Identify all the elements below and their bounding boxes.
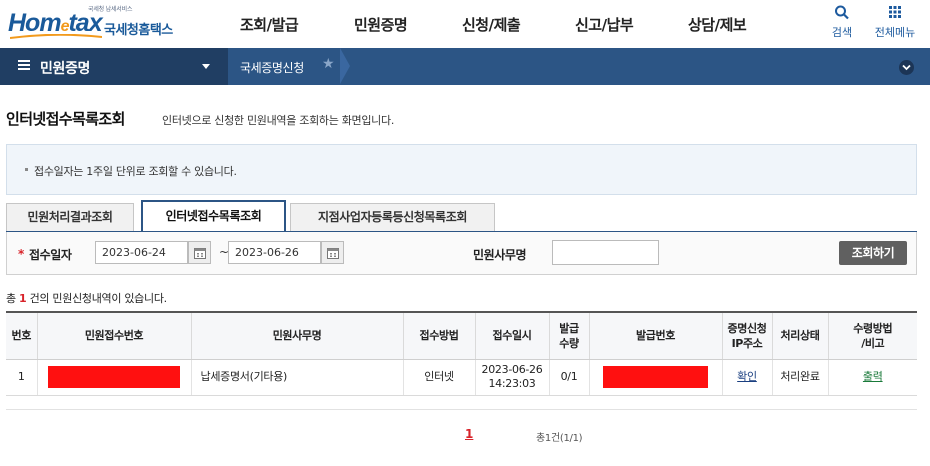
gnb-item-consult[interactable]: 상담/제보 [688, 14, 747, 35]
tab-processing-result[interactable]: 민원처리결과조회 [6, 203, 134, 232]
search-form: * 접수일자 2023-06-24 ~ 2023-06-26 민원사무명 조회하… [6, 232, 917, 275]
col-header-receipt-no: 민원접수번호 [36, 311, 191, 360]
date-from-calendar-button[interactable] [188, 241, 211, 264]
office-name-input[interactable] [552, 240, 659, 265]
gnb-item-apply[interactable]: 신청/제출 [462, 14, 521, 35]
cell-status: 처리완료 [771, 359, 828, 396]
search-button[interactable]: 검색 [817, 4, 867, 40]
tab-branch-registration-list[interactable]: 지점사업자등록등신청목록조회 [290, 203, 495, 232]
cell-datetime: 2023-06-26 14:23:03 [474, 359, 549, 396]
result-count: 총 1 건의 민원신청내역이 있습니다. [6, 292, 167, 305]
col-header-datetime: 접수일시 [474, 311, 549, 360]
expand-button[interactable] [899, 60, 914, 75]
location-bar: 민원증명 국세증명신청 ★ [0, 48, 930, 85]
redacted-issue-no [603, 366, 708, 388]
cell-receive: 출력 [827, 359, 917, 396]
calendar-icon [327, 248, 339, 259]
date-from-input[interactable]: 2023-06-24 [95, 241, 188, 264]
date-to-input[interactable]: 2023-06-26 [228, 241, 321, 264]
chevron-down-icon [902, 64, 911, 71]
breadcrumb-arrow [340, 48, 350, 84]
cell-no: 1 [6, 359, 37, 396]
gnb-item-report[interactable]: 신고/납부 [575, 14, 634, 35]
cell-ip: 확인 [721, 359, 772, 396]
office-name-label: 민원사무명 [473, 248, 527, 262]
col-header-no: 번호 [6, 311, 37, 360]
col-header-ip: 증명신청 IP주소 [721, 311, 772, 360]
cell-receipt-no [36, 359, 191, 396]
gnb-item-certificate[interactable]: 민원증명 [354, 14, 408, 35]
caret-down-icon [202, 64, 210, 69]
cell-time: 14:23:03 [488, 377, 536, 390]
page-title: 인터넷접수목록조회 [6, 110, 125, 128]
logo-korean-name: 국세청홈택스 [104, 23, 173, 38]
pager-current-page[interactable]: 1 [465, 427, 473, 441]
col-header-status: 처리상태 [771, 311, 828, 360]
col-header-qty: 발급 수량 [548, 311, 589, 360]
date-label: 접수일자 [29, 248, 72, 262]
redacted-receipt-no [48, 366, 180, 388]
table-header-row: 번호 민원접수번호 민원사무명 접수방법 접수일시 발급 수량 발급번호 증명신… [6, 311, 917, 360]
cell-issue-no [588, 359, 722, 396]
col-header-issue-no: 발급번호 [588, 311, 722, 360]
all-menu-label: 전체메뉴 [874, 26, 916, 39]
date-to-calendar-button[interactable] [321, 241, 344, 264]
search-label: 검색 [831, 26, 853, 39]
pager-total: 총1건(1/1) [536, 433, 583, 444]
print-link[interactable]: 출력 [863, 370, 883, 383]
cell-method: 인터넷 [402, 359, 475, 396]
ip-confirm-link[interactable]: 확인 [737, 370, 757, 383]
col-header-office-name: 민원사무명 [190, 311, 403, 360]
bullet-icon [25, 168, 28, 171]
all-menu-button[interactable]: 전체메뉴 [870, 4, 920, 40]
search-submit-button[interactable]: 조회하기 [839, 241, 907, 265]
notice-box: 접수일자는 1주일 단위로 조회할 수 있습니다. [6, 144, 917, 195]
site-header: 국세청 납세서비스 Hometax 국세청홈택스 조회/발급 민원증명 신청/제… [0, 0, 930, 48]
col-header-receive: 수령방법 /비고 [827, 311, 917, 360]
tab-internet-receipt-list[interactable]: 인터넷접수목록조회 [141, 200, 286, 231]
notice-text: 접수일자는 1주일 단위로 조회할 수 있습니다. [34, 165, 237, 178]
table-bottom-divider [6, 409, 917, 410]
section-menu-dropdown[interactable]: 민원증명 [0, 48, 228, 85]
section-title: 민원증명 [40, 61, 90, 77]
cell-office-name: 납세증명서(기타용) [190, 359, 403, 396]
logo-swoosh [10, 34, 102, 39]
table-row: 1 납세증명서(기타용) 인터넷 2023-06-26 14:23:03 0/1 … [6, 359, 917, 396]
gnb-item-inquiry[interactable]: 조회/발급 [240, 14, 299, 35]
calendar-icon [194, 248, 206, 259]
breadcrumb[interactable]: 국세증명신청 ★ [228, 48, 348, 85]
cell-date: 2023-06-26 [481, 363, 543, 376]
receipt-table: 번호 민원접수번호 민원사무명 접수방법 접수일시 발급 수량 발급번호 증명신… [6, 311, 917, 396]
col-header-method: 접수방법 [402, 311, 475, 360]
required-mark: * [18, 247, 25, 261]
search-icon [835, 5, 849, 20]
breadcrumb-label: 국세증명신청 [240, 61, 304, 75]
page-description: 인터넷으로 신청한 민원내역을 조회하는 화면입니다. [162, 114, 395, 127]
cell-qty: 0/1 [548, 359, 589, 396]
star-icon[interactable]: ★ [322, 56, 335, 72]
hometax-logo[interactable]: 국세청 납세서비스 Hometax 국세청홈택스 [8, 4, 180, 42]
grid-icon [889, 6, 901, 18]
hamburger-icon [18, 60, 30, 70]
